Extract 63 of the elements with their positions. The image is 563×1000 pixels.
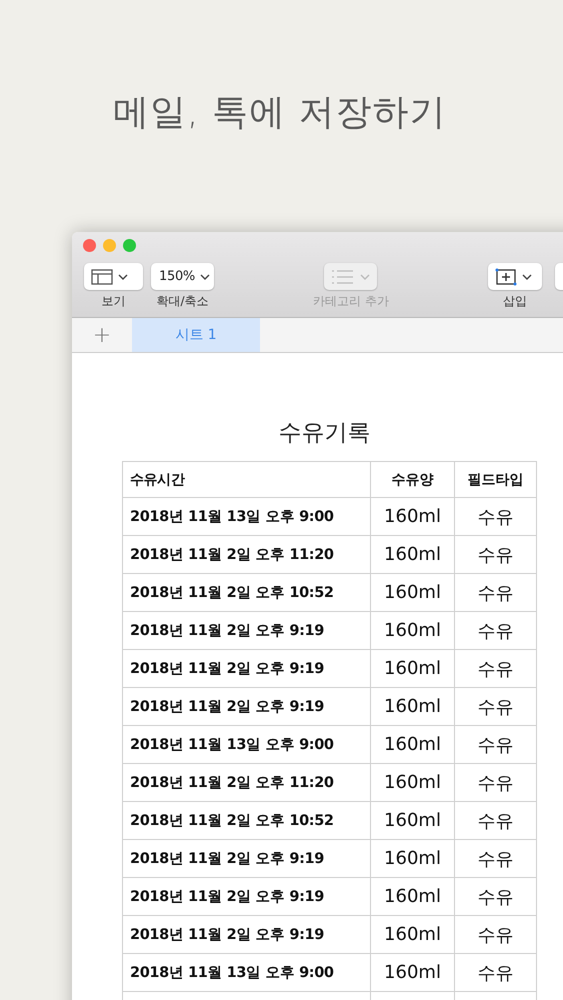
toolbar-button[interactable] <box>84 263 143 290</box>
table-cell: 160ml <box>370 802 454 840</box>
table-cell: 수유 <box>454 764 536 802</box>
table-cell: 2018년 11월 2일 오후 10:52 <box>122 574 370 612</box>
table-cell: 2018년 11월 2일 오후 9:19 <box>122 612 370 650</box>
table-cell: 2018년 11월 2일 오후 11:20 <box>122 536 370 574</box>
caret-icon <box>118 274 128 280</box>
toolbar-label: 카테고리 추가 <box>313 293 389 310</box>
table-title: 수유기록 <box>278 419 372 448</box>
zoom-dropdown[interactable]: 150% <box>151 263 214 290</box>
table-cell: 수유 <box>454 536 536 574</box>
minimize-button[interactable] <box>103 239 116 252</box>
table-cell: 수유 <box>454 840 536 878</box>
toolbar-button[interactable] <box>488 263 542 290</box>
table-cell: 160ml <box>370 612 454 650</box>
toolbar-label: 삽입 <box>502 293 527 310</box>
table-cell: 2018년 11월 2일 오후 9:19 <box>122 840 370 878</box>
table-cell: 160ml <box>370 574 454 612</box>
table-cell: 160ml <box>370 878 454 916</box>
table-cell: 수유 <box>454 878 536 916</box>
insert-box-icon <box>494 268 517 286</box>
table-cell: 2018년 11월 2일 오후 11:20 <box>122 764 370 802</box>
headline: 메일, 톡에 저장하기 <box>112 91 448 135</box>
table-cell: 160ml <box>370 726 454 764</box>
table-cell: 수유 <box>454 726 536 764</box>
sheet-tab[interactable]: 시트 1 <box>132 318 260 352</box>
table-cell: 수유 <box>454 954 536 992</box>
table-cell: 2018년 11월 2일 오후 9:19 <box>122 650 370 688</box>
table-cell: 2018년 11월 13일 오후 9:00 <box>122 954 370 992</box>
zoom-button[interactable] <box>123 239 136 252</box>
table-cell: 수유 <box>454 498 536 536</box>
table-cell: 2018년 11월 2일 오후 9:19 <box>122 878 370 916</box>
toolbar-label: 확대/축소 <box>156 293 209 310</box>
table-cell: 160ml <box>370 498 454 536</box>
table-cell: 160ml <box>370 536 454 574</box>
table-cell: 수유 <box>454 688 536 726</box>
add-sheet-button[interactable]: + <box>72 318 132 352</box>
column-header: 수유시간 <box>122 462 370 498</box>
table-cell: 수유 <box>454 916 536 954</box>
table-cell: 2018년 11월 2일 오후 9:19 <box>122 688 370 726</box>
table-cell: 160ml <box>370 650 454 688</box>
table-cell: 160ml <box>370 840 454 878</box>
table-cell: 2018년 11월 2일 오후 9:19 <box>122 916 370 954</box>
table-cell: 2018년 11월 13일 오후 9:00 <box>122 726 370 764</box>
caret-icon <box>360 274 370 280</box>
layout-icon <box>91 268 113 284</box>
column-header: 수유양 <box>370 462 454 498</box>
table-cell: 160ml <box>370 688 454 726</box>
table-cell: 2018년 11월 2일 오후 10:52 <box>122 802 370 840</box>
table-cell: 수유 <box>454 650 536 688</box>
table-cell: 160ml <box>370 916 454 954</box>
toolbar-label: 보기 <box>102 293 126 310</box>
table-cell: 수유 <box>454 612 536 650</box>
caret-icon <box>200 274 210 280</box>
close-button[interactable] <box>83 239 96 252</box>
table-cell: 2018년 11월 13일 오후 9:00 <box>122 498 370 536</box>
list-icon <box>331 268 356 284</box>
table-cell: 수유 <box>454 574 536 612</box>
caret-icon <box>522 274 532 280</box>
table-cell: 수유 <box>454 802 536 840</box>
table-cell: 160ml <box>370 764 454 802</box>
table-cell: 160ml <box>370 954 454 992</box>
column-header: 필드타입 <box>454 462 536 498</box>
